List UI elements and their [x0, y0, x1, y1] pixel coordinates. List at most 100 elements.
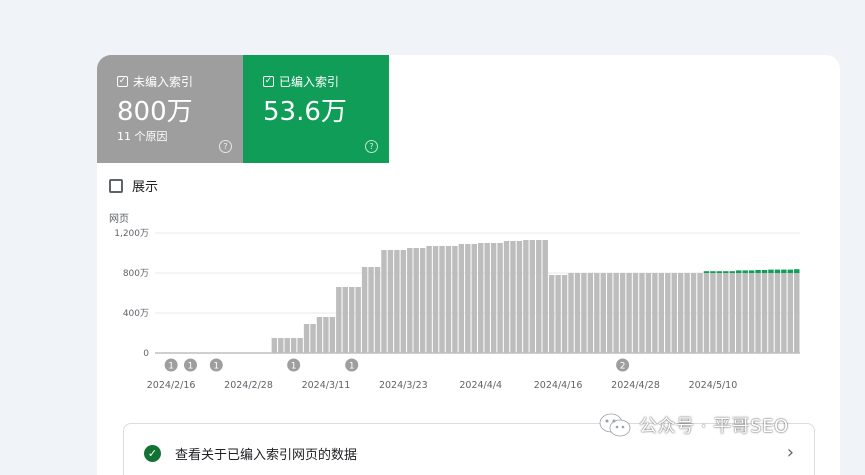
bar-not-indexed [329, 317, 336, 353]
y-tick-label: 400万 [123, 309, 149, 319]
bar-not-indexed [471, 244, 477, 353]
bar-not-indexed [484, 243, 490, 353]
indexed-label: 已编入索引 [279, 74, 340, 89]
not-indexed-tile[interactable]: ✓ 未编入索引 800万 11 个原因 ? [97, 55, 243, 163]
bar-not-indexed [587, 273, 594, 353]
bar-not-indexed [523, 240, 529, 353]
bar-indexed [703, 271, 710, 273]
bar-not-indexed [271, 338, 278, 353]
bar-not-indexed [716, 273, 723, 353]
bar-not-indexed [426, 246, 432, 353]
bar-indexed [768, 269, 774, 273]
bar-not-indexed [542, 240, 548, 353]
bar-not-indexed [303, 324, 310, 353]
bar-not-indexed [761, 273, 768, 353]
help-icon[interactable]: ? [365, 140, 378, 153]
bar-not-indexed [284, 338, 290, 353]
annotation-label: 2 [620, 362, 626, 372]
wechat-icon [599, 413, 631, 437]
bar-not-indexed [626, 273, 632, 353]
x-tick-label: 2024/5/10 [689, 380, 738, 391]
bar-not-indexed [510, 241, 516, 353]
bar-not-indexed [355, 287, 361, 353]
bar-not-indexed [387, 250, 394, 353]
bar-not-indexed [697, 273, 703, 353]
chevron-right-icon[interactable]: › [787, 442, 794, 463]
bar-not-indexed [548, 275, 555, 353]
watermark: 公众号 · 平哥SEO [599, 412, 789, 438]
bar-not-indexed [748, 273, 755, 353]
bar-not-indexed [677, 273, 684, 353]
bar-not-indexed [703, 273, 710, 353]
help-icon[interactable]: ? [219, 140, 232, 153]
show-toggle-label: 展示 [132, 180, 159, 195]
bar-not-indexed [729, 273, 735, 353]
bar-not-indexed [297, 338, 303, 353]
watermark-text: 公众号 · 平哥SEO [639, 416, 789, 437]
bar-not-indexed [645, 273, 652, 353]
checkbox-checked-icon[interactable]: ✓ [263, 75, 274, 87]
x-tick-label: 2024/4/4 [459, 380, 502, 391]
indexed-label-row: ✓ 已编入索引 [263, 73, 389, 89]
bar-not-indexed [665, 273, 671, 353]
show-toggle[interactable]: 展示 [109, 176, 158, 195]
bar-not-indexed [529, 240, 536, 353]
bar-not-indexed [374, 267, 381, 353]
bar-indexed [716, 271, 723, 273]
bar-not-indexed [768, 273, 774, 353]
not-indexed-label: 未编入索引 [133, 74, 194, 89]
indexed-tile[interactable]: ✓ 已编入索引 53.6万 ? [243, 55, 389, 163]
bar-not-indexed [755, 273, 761, 353]
bar-not-indexed [781, 273, 787, 353]
bar-indexed [736, 270, 742, 273]
bar-not-indexed [342, 287, 348, 353]
bar-not-indexed [600, 273, 606, 353]
checkbox-unchecked-icon[interactable] [109, 178, 123, 193]
bar-not-indexed [323, 317, 329, 353]
checkbox-checked-icon[interactable]: ✓ [117, 75, 128, 87]
bar-not-indexed [671, 273, 677, 353]
bar-not-indexed [658, 273, 665, 353]
x-tick-label: 2024/2/16 [147, 380, 196, 391]
bar-not-indexed [445, 246, 452, 353]
bar-indexed [729, 271, 735, 273]
bar-not-indexed [594, 273, 600, 353]
bar-not-indexed [336, 287, 342, 353]
bar-not-indexed [394, 250, 400, 353]
bar-not-indexed [536, 240, 542, 353]
annotation-label: 1 [188, 362, 194, 372]
bar-indexed [787, 269, 794, 273]
bar-not-indexed [368, 267, 374, 353]
bar-not-indexed [458, 244, 465, 353]
bar-not-indexed [574, 273, 581, 353]
bar-not-indexed [794, 273, 800, 353]
not-indexed-label-row: ✓ 未编入索引 [117, 73, 243, 89]
indexing-chart: 网页 0 400万 800万 1,200万 1 1 1 1 1 2 2024/2/16 2024/2/2… [109, 213, 800, 391]
bar-not-indexed [516, 241, 523, 353]
bar-not-indexed [407, 248, 413, 353]
bar-not-indexed [452, 246, 458, 353]
bar-not-indexed [690, 273, 697, 353]
bar-not-indexed [465, 244, 471, 353]
bar-indexed [710, 271, 716, 273]
bar-not-indexed [639, 273, 645, 353]
bar-not-indexed [400, 250, 407, 353]
bar-not-indexed [774, 273, 781, 353]
bar-not-indexed [432, 246, 439, 353]
bar-indexed [781, 269, 787, 273]
bar-not-indexed [381, 250, 387, 353]
bar-not-indexed [316, 317, 323, 353]
bar-indexed [742, 270, 748, 273]
bar-indexed [755, 270, 761, 273]
indexed-value: 53.6万 [263, 97, 347, 127]
y-tick-label: 0 [143, 349, 149, 359]
bar-not-indexed [310, 324, 316, 353]
annotation-label: 1 [349, 362, 355, 372]
bar-not-indexed [632, 273, 639, 353]
bar-not-indexed [290, 338, 297, 353]
bar-indexed [794, 269, 800, 273]
bar-not-indexed [652, 273, 658, 353]
bar-not-indexed [503, 241, 510, 353]
bar-indexed [774, 269, 781, 273]
x-tick-label: 2024/4/28 [611, 380, 660, 391]
